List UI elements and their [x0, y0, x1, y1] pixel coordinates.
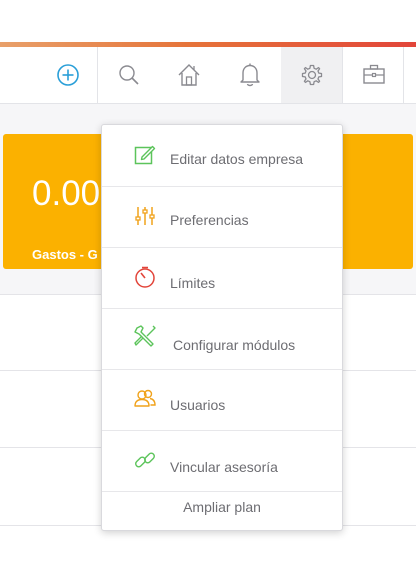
gear-icon — [301, 64, 322, 86]
settings-button[interactable] — [281, 47, 342, 103]
toolbar-divider — [403, 47, 404, 103]
edit-icon — [134, 145, 156, 165]
menu-item-label: Límites — [170, 275, 216, 291]
settings-dropdown: Editar datos empresa Preferencias Límite… — [101, 124, 343, 531]
briefcase-icon — [362, 64, 385, 84]
menu-item-preferences[interactable]: Preferencias — [102, 186, 342, 248]
home-button[interactable] — [158, 47, 219, 103]
menu-item-label: Editar datos empresa — [170, 151, 304, 167]
notifications-button[interactable] — [219, 47, 281, 103]
home-icon — [178, 64, 199, 86]
top-bar — [0, 0, 416, 42]
users-icon — [134, 389, 156, 407]
link-icon — [135, 452, 155, 468]
menu-item-label: Preferencias — [170, 212, 249, 228]
card-label: Gastos - G — [32, 247, 98, 262]
briefcase-button[interactable] — [342, 47, 404, 103]
menu-item-users[interactable]: Usuarios — [102, 369, 342, 431]
menu-item-label: Configurar módulos — [173, 337, 296, 353]
search-icon — [118, 65, 139, 85]
toolbar — [0, 47, 416, 104]
bell-icon — [240, 63, 260, 87]
menu-item-edit-company[interactable]: Editar datos empresa — [102, 125, 342, 187]
sliders-icon — [135, 207, 155, 225]
menu-item-link-advisory[interactable]: Vincular asesoría — [102, 430, 342, 492]
menu-item-label: Usuarios — [170, 397, 226, 413]
gauge-icon — [135, 266, 155, 288]
upgrade-plan-link[interactable]: Ampliar plan — [102, 492, 342, 530]
search-button[interactable] — [97, 47, 159, 103]
card-amount: 0.00 — [32, 174, 101, 213]
tools-icon — [134, 325, 156, 347]
menu-item-modules[interactable]: Configurar módulos — [102, 308, 342, 370]
menu-item-limits[interactable]: Límites — [102, 247, 342, 309]
add-icon — [57, 64, 79, 86]
menu-item-label: Vincular asesoría — [170, 459, 278, 475]
add-button[interactable] — [40, 47, 96, 103]
list-row — [0, 525, 416, 566]
